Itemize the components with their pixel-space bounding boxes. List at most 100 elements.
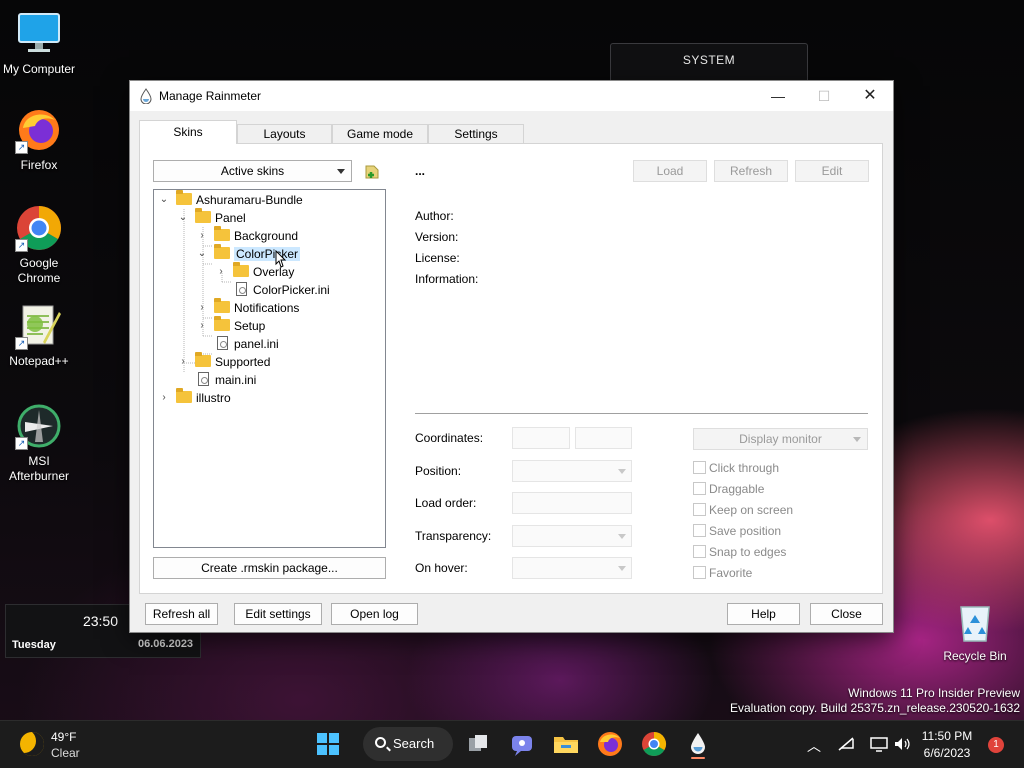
active-skins-dropdown[interactable]: Active skins xyxy=(153,160,352,182)
skin-tree[interactable]: ⌄ Ashuramaru-Bundle ⌄ Panel › Background… xyxy=(153,189,386,548)
chevron-right-icon[interactable]: › xyxy=(215,263,227,281)
load-order-input[interactable] xyxy=(512,492,632,514)
tree-node-selected[interactable]: ⌄ ColorPicker xyxy=(198,244,301,263)
checkbox-box[interactable] xyxy=(693,545,706,558)
desktop-icon-firefox[interactable]: ↗ Firefox xyxy=(1,106,77,173)
snap-to-edges-checkbox[interactable]: Snap to edges xyxy=(693,544,786,560)
active-skins-label: Active skins xyxy=(220,164,285,178)
coordinate-y-input[interactable] xyxy=(575,427,632,449)
task-view-icon[interactable] xyxy=(463,729,493,759)
tree-node[interactable]: › Notifications xyxy=(200,298,300,317)
desktop-icon-label: My Computer xyxy=(2,62,76,76)
minimize-button[interactable]: — xyxy=(755,81,801,111)
transparency-dropdown[interactable] xyxy=(512,525,632,547)
author-label: Author: xyxy=(415,209,454,223)
maximize-button[interactable]: ☐ xyxy=(801,81,847,111)
tree-node[interactable]: › Supported xyxy=(181,352,270,371)
save-position-checkbox[interactable]: Save position xyxy=(693,523,781,539)
tab-layouts[interactable]: Layouts xyxy=(237,124,332,143)
chevron-down-icon[interactable]: ⌄ xyxy=(196,245,208,263)
checkbox-box[interactable] xyxy=(693,461,706,474)
tab-settings[interactable]: Settings xyxy=(428,124,524,143)
keep-on-screen-checkbox[interactable]: Keep on screen xyxy=(693,502,793,518)
checkbox-box[interactable] xyxy=(693,503,706,516)
chevron-right-icon[interactable]: › xyxy=(196,317,208,335)
create-rmskin-package-button[interactable]: Create .rmskin package... xyxy=(153,557,386,579)
windows-start-icon[interactable] xyxy=(313,729,343,759)
folder-icon xyxy=(214,226,230,241)
desktop-icon-label: Firefox xyxy=(20,158,58,172)
taskbar-search[interactable]: Search xyxy=(363,727,453,761)
display-icon[interactable] xyxy=(870,736,888,755)
chevron-up-icon[interactable]: ︿ xyxy=(807,736,821,756)
desktop-icon-my-computer[interactable]: My Computer xyxy=(1,10,77,77)
checkbox-label: Click through xyxy=(709,461,780,475)
weather-moon-icon[interactable] xyxy=(20,732,44,756)
manage-rainmeter-window: Manage Rainmeter — ☐ ✕ Skins Layouts Gam… xyxy=(129,80,894,633)
on-hover-dropdown[interactable] xyxy=(512,557,632,579)
desktop-icon-msi-afterburner[interactable]: ↗ MSI Afterburner xyxy=(1,402,77,484)
open-log-button[interactable]: Open log xyxy=(331,603,418,625)
notification-badge[interactable]: 1 xyxy=(988,737,1004,753)
firefox-icon[interactable] xyxy=(595,729,625,759)
tree-node-label: Ashuramaru-Bundle xyxy=(196,193,303,207)
checkbox-box[interactable] xyxy=(693,566,706,579)
checkbox-box[interactable] xyxy=(693,524,706,537)
display-monitor-dropdown[interactable]: Display monitor xyxy=(693,428,868,450)
chrome-icon[interactable] xyxy=(639,729,669,759)
click-through-checkbox[interactable]: Click through xyxy=(693,460,779,476)
weather-condition[interactable]: Clear xyxy=(51,746,80,760)
tab-skins[interactable]: Skins xyxy=(139,120,237,144)
chat-icon[interactable] xyxy=(507,729,537,759)
edit-button[interactable]: Edit xyxy=(795,160,869,182)
chevron-right-icon[interactable]: › xyxy=(177,353,189,371)
close-button[interactable]: Close xyxy=(810,603,883,625)
volume-icon[interactable] xyxy=(893,736,911,755)
chevron-right-icon[interactable]: › xyxy=(196,227,208,245)
chevron-down-icon[interactable]: ⌄ xyxy=(158,191,170,209)
checkbox-box[interactable] xyxy=(693,482,706,495)
tab-game-mode[interactable]: Game mode xyxy=(332,124,428,143)
chevron-down-icon[interactable]: ⌄ xyxy=(177,209,189,227)
desktop-icon-recycle-bin[interactable]: Recycle Bin xyxy=(937,597,1013,664)
windows-watermark-build: Evaluation copy. Build 25375.zn_release.… xyxy=(730,701,1020,715)
tree-node[interactable]: panel.ini xyxy=(215,335,279,353)
position-label: Position: xyxy=(415,464,462,478)
tree-node[interactable]: ⌄ Panel xyxy=(179,208,246,227)
help-button[interactable]: Help xyxy=(727,603,800,625)
tree-node[interactable]: ColorPicker.ini xyxy=(234,281,330,299)
close-window-button[interactable]: ✕ xyxy=(847,81,893,111)
taskbar-clock-time[interactable]: 11:50 PM xyxy=(917,729,977,743)
coordinate-x-input[interactable] xyxy=(512,427,570,449)
refresh-button[interactable]: Refresh xyxy=(714,160,788,182)
tree-node[interactable]: › illustro xyxy=(162,388,231,407)
load-button[interactable]: Load xyxy=(633,160,707,182)
refresh-all-button[interactable]: Refresh all xyxy=(145,603,218,625)
desktop-icon-notepad-plus-plus[interactable]: ↗ Notepad++ xyxy=(1,302,77,369)
folder-icon xyxy=(214,244,230,259)
tree-node-label: Notifications xyxy=(234,301,300,315)
chevron-right-icon[interactable]: › xyxy=(196,299,208,317)
title-bar[interactable]: Manage Rainmeter — ☐ ✕ xyxy=(130,81,893,111)
tree-node[interactable]: main.ini xyxy=(196,371,256,389)
desktop-icon-chrome[interactable]: ↗ Google Chrome xyxy=(1,204,77,286)
add-skin-icon[interactable] xyxy=(364,164,380,180)
rainmeter-icon[interactable] xyxy=(683,729,713,759)
taskbar: 49°F Clear Search ︿ 11:50 PM 6/6/2023 1 xyxy=(0,720,1024,768)
edit-settings-button[interactable]: Edit settings xyxy=(234,603,322,625)
position-dropdown[interactable] xyxy=(512,460,632,482)
shortcut-arrow-icon: ↗ xyxy=(15,337,28,350)
network-disconnected-icon[interactable] xyxy=(838,736,856,755)
tree-node[interactable]: › Background xyxy=(200,226,298,245)
draggable-checkbox[interactable]: Draggable xyxy=(693,481,764,497)
on-hover-label: On hover: xyxy=(415,561,468,575)
taskbar-clock-date[interactable]: 6/6/2023 xyxy=(917,746,977,760)
favorite-checkbox[interactable]: Favorite xyxy=(693,565,752,581)
chevron-down-icon xyxy=(853,437,861,442)
tree-node[interactable]: › Setup xyxy=(200,316,265,335)
tree-node[interactable]: ⌄ Ashuramaru-Bundle xyxy=(160,190,303,209)
file-explorer-icon[interactable] xyxy=(551,729,581,759)
chevron-right-icon[interactable]: › xyxy=(158,389,170,407)
weather-temperature[interactable]: 49°F xyxy=(51,730,76,744)
folder-icon xyxy=(176,388,192,403)
